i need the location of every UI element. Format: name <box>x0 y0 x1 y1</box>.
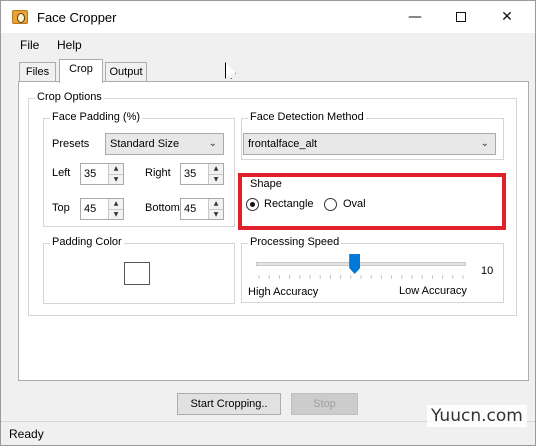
bottom-padding-arrows[interactable]: ▲ ▼ <box>208 199 223 219</box>
stop-button[interactable]: Stop <box>291 393 358 415</box>
menu-help[interactable]: Help <box>57 38 82 52</box>
shape-label: Shape <box>248 178 284 190</box>
left-padding-value: 35 <box>84 168 97 180</box>
presets-value: Standard Size <box>110 138 180 150</box>
oval-radio[interactable] <box>324 198 337 211</box>
bottom-padding-label: Bottom <box>145 202 180 214</box>
spin-up-icon[interactable]: ▲ <box>209 199 223 209</box>
speed-slider-track[interactable] <box>256 262 466 266</box>
menu-file[interactable]: File <box>20 38 39 52</box>
menu-bar: File Help <box>1 35 535 55</box>
detection-method-value: frontalface_alt <box>248 138 318 150</box>
spin-down-icon[interactable]: ▼ <box>109 209 123 219</box>
right-padding-arrows[interactable]: ▲ ▼ <box>208 164 223 184</box>
crop-options-label: Crop Options <box>35 91 104 103</box>
top-padding-arrows[interactable]: ▲ ▼ <box>108 199 123 219</box>
status-text: Ready <box>9 427 44 441</box>
left-padding-label: Left <box>52 167 71 179</box>
oval-label[interactable]: Oval <box>343 198 366 210</box>
padding-color-label: Padding Color <box>50 236 124 248</box>
high-accuracy-label: High Accuracy <box>248 286 319 298</box>
shape-group: Shape Rectangle Oval <box>238 173 506 230</box>
tab-output[interactable]: Output <box>105 62 147 82</box>
right-padding-stepper[interactable]: 35 ▲ ▼ <box>180 163 224 185</box>
start-cropping-button[interactable]: Start Cropping.. <box>177 393 281 415</box>
tab-files[interactable]: Files <box>19 62 56 82</box>
spin-down-icon[interactable]: ▼ <box>209 209 223 219</box>
face-padding-label: Face Padding (%) <box>50 111 143 123</box>
right-padding-label: Right <box>145 167 171 179</box>
top-padding-label: Top <box>52 202 70 214</box>
title-bar: Face Cropper — ✕ <box>1 1 535 33</box>
top-padding-value: 45 <box>84 203 97 215</box>
detection-method-dropdown[interactable]: frontalface_alt ⌄ <box>243 133 496 155</box>
app-icon <box>12 10 28 24</box>
padding-color-swatch[interactable] <box>124 262 150 285</box>
low-accuracy-label: Low Accuracy <box>399 285 467 297</box>
speed-slider-ticks <box>258 275 464 279</box>
bottom-padding-stepper[interactable]: 45 ▲ ▼ <box>180 198 224 220</box>
right-padding-value: 35 <box>184 168 197 180</box>
window-title: Face Cropper <box>37 10 117 25</box>
presets-label: Presets <box>52 138 90 150</box>
maximize-button[interactable] <box>438 1 484 33</box>
processing-speed-label: Processing Speed <box>248 236 342 248</box>
tab-crop[interactable]: Crop <box>59 59 103 83</box>
top-padding-stepper[interactable]: 45 ▲ ▼ <box>80 198 124 220</box>
maximize-icon <box>456 12 466 22</box>
bottom-padding-value: 45 <box>184 203 197 215</box>
minimize-button[interactable]: — <box>392 1 438 33</box>
rectangle-radio[interactable] <box>246 198 259 211</box>
mouse-cursor-icon <box>225 62 236 79</box>
rectangle-label[interactable]: Rectangle <box>264 198 314 210</box>
chevron-down-icon: ⌄ <box>480 138 489 149</box>
spin-down-icon[interactable]: ▼ <box>109 174 123 184</box>
left-padding-arrows[interactable]: ▲ ▼ <box>108 164 123 184</box>
face-detection-label: Face Detection Method <box>248 111 366 123</box>
chevron-down-icon: ⌄ <box>208 138 217 149</box>
close-button[interactable]: ✕ <box>484 1 530 33</box>
speed-value: 10 <box>481 265 494 277</box>
watermark: Yuucn.com <box>427 405 527 427</box>
spin-up-icon[interactable]: ▲ <box>109 164 123 174</box>
presets-dropdown[interactable]: Standard Size ⌄ <box>105 133 224 155</box>
left-padding-stepper[interactable]: 35 ▲ ▼ <box>80 163 124 185</box>
face-cropper-window: Face Cropper — ✕ File Help Files Crop Ou… <box>0 0 536 446</box>
spin-down-icon[interactable]: ▼ <box>209 174 223 184</box>
spin-up-icon[interactable]: ▲ <box>109 199 123 209</box>
crop-tab-panel: Crop Options Face Padding (%) Padding Co… <box>18 81 529 381</box>
spin-up-icon[interactable]: ▲ <box>209 164 223 174</box>
